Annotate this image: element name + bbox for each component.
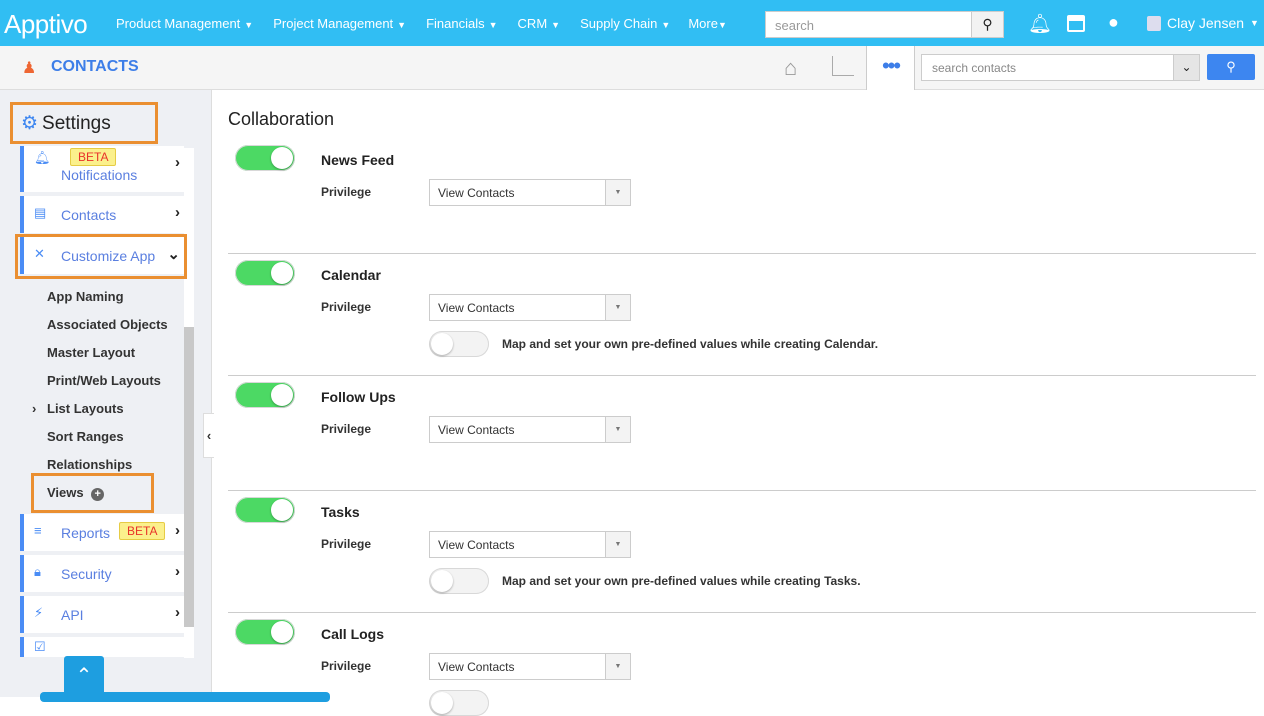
divider bbox=[228, 490, 1256, 491]
contacts-search-input[interactable]: search contacts bbox=[921, 54, 1174, 81]
call-logs-map-toggle[interactable] bbox=[429, 690, 489, 716]
plug-icon: ⚡︎ bbox=[34, 605, 44, 620]
caret-down-icon: ▼ bbox=[551, 20, 561, 30]
chevron-down-icon: ⌄ bbox=[1181, 60, 1192, 74]
chevron-up-icon: ⌃ bbox=[75, 665, 93, 687]
divider bbox=[228, 375, 1256, 376]
subitem-print-web-layouts[interactable]: Print/Web Layouts bbox=[47, 373, 161, 388]
beta-badge: BETA bbox=[70, 148, 117, 166]
calendar-toggle[interactable] bbox=[235, 260, 295, 286]
tasks-map-toggle[interactable] bbox=[429, 568, 489, 594]
global-search-input[interactable]: search bbox=[765, 11, 973, 38]
nav-more[interactable]: More▼ bbox=[688, 16, 727, 31]
bell-icon[interactable]: 🔔︎ bbox=[1028, 12, 1052, 36]
store-icon[interactable] bbox=[1067, 15, 1085, 32]
privilege-select[interactable]: View Contacts bbox=[429, 179, 631, 206]
privilege-select[interactable]: View Contacts bbox=[429, 294, 631, 321]
page-title: Collaboration bbox=[228, 109, 335, 129]
divider bbox=[228, 253, 1256, 254]
contacts-card-icon: ▤ bbox=[34, 205, 47, 220]
user-menu[interactable]: Clay Jensen ▼ bbox=[1147, 15, 1259, 31]
gear-icon: ⚙ bbox=[21, 113, 39, 134]
connections-icon[interactable]: ●︎ bbox=[1108, 12, 1119, 33]
top-bar: Apptivo Product Management ▼ Project Mana… bbox=[0, 0, 1264, 46]
search-icon: ⚲ bbox=[1226, 59, 1236, 74]
beta-badge: BETA bbox=[119, 522, 166, 540]
chart-icon[interactable] bbox=[832, 56, 854, 76]
caret-down-icon: ▼ bbox=[488, 20, 498, 30]
global-search-button[interactable]: ⚲ bbox=[971, 11, 1004, 38]
sidebar-item-contacts[interactable]: ▤ Contacts › bbox=[20, 196, 184, 233]
subitem-sort-ranges[interactable]: Sort Ranges bbox=[47, 429, 124, 444]
bottom-bar bbox=[40, 692, 330, 702]
divider bbox=[228, 612, 1256, 613]
nav-supply-chain[interactable]: Supply Chain ▼ bbox=[580, 16, 670, 31]
sidebar-item-notifications[interactable]: 🔔︎ BETA Notifications › bbox=[20, 146, 184, 192]
settings-heading: ⚙ Settings bbox=[10, 102, 158, 144]
follow-ups-toggle[interactable] bbox=[235, 382, 295, 408]
subitem-list-layouts[interactable]: List Layouts bbox=[47, 401, 124, 416]
chevron-right-icon: › bbox=[175, 563, 180, 580]
tasks-toggle[interactable] bbox=[235, 497, 295, 523]
contacts-icon: ♟︎ bbox=[22, 60, 37, 77]
main-nav: Product Management ▼ Project Management ▼ … bbox=[116, 16, 727, 31]
app-title[interactable]: CONTACTS bbox=[51, 58, 139, 76]
chevron-right-icon: › bbox=[175, 604, 180, 621]
collapse-sidebar-button[interactable]: ‹ bbox=[203, 413, 214, 458]
logo[interactable]: Apptivo bbox=[4, 9, 88, 40]
reports-icon: ≡ bbox=[34, 523, 42, 538]
subitem-app-naming[interactable]: App Naming bbox=[47, 289, 124, 304]
subitem-associated-objects[interactable]: Associated Objects bbox=[47, 317, 168, 332]
sidebar-item-partial[interactable]: ☑ bbox=[20, 637, 184, 657]
nav-product-management[interactable]: Product Management ▼ bbox=[116, 16, 253, 31]
sidebar-item-reports[interactable]: ≡ Reports BETA › bbox=[20, 514, 184, 551]
scrollbar-thumb[interactable] bbox=[184, 327, 194, 627]
privilege-select[interactable]: View Contacts bbox=[429, 653, 631, 680]
privilege-select[interactable]: View Contacts bbox=[429, 531, 631, 558]
caret-down-icon: ▼ bbox=[244, 20, 254, 30]
news-feed-toggle[interactable] bbox=[235, 145, 295, 171]
more-icon[interactable]: ••• bbox=[866, 46, 915, 90]
search-icon: ⚲ bbox=[982, 16, 993, 32]
lock-icon: 🔒︎ bbox=[34, 564, 41, 579]
nav-financials[interactable]: Financials ▼ bbox=[426, 16, 497, 31]
highlight-views bbox=[31, 473, 154, 513]
caret-down-icon: ▼ bbox=[717, 20, 727, 30]
chevron-right-icon: › bbox=[32, 401, 37, 416]
caret-down-icon: ▼ bbox=[1250, 18, 1259, 28]
scroll-top-button[interactable]: ⌃ bbox=[64, 656, 104, 697]
privilege-select[interactable]: View Contacts bbox=[429, 416, 631, 443]
app-header: ♟︎ CONTACTS ⌂ ••• search contacts ⌄ ⚲ bbox=[0, 46, 1264, 90]
search-dropdown-button[interactable]: ⌄ bbox=[1173, 54, 1200, 81]
subitem-relationships[interactable]: Relationships bbox=[47, 457, 132, 472]
subitem-master-layout[interactable]: Master Layout bbox=[47, 345, 135, 360]
chevron-right-icon: › bbox=[175, 154, 180, 171]
highlight-customize-app bbox=[15, 234, 187, 279]
nav-project-management[interactable]: Project Management ▼ bbox=[273, 16, 406, 31]
calendar-map-toggle[interactable] bbox=[429, 331, 489, 357]
avatar bbox=[1147, 15, 1161, 31]
sidebar-item-api[interactable]: ⚡︎ API › bbox=[20, 596, 184, 633]
home-icon[interactable]: ⌂ bbox=[784, 55, 797, 81]
chevron-right-icon: › bbox=[175, 204, 180, 221]
bell-icon: 🔔︎ bbox=[34, 150, 51, 165]
sidebar-item-security[interactable]: 🔒︎ Security › bbox=[20, 555, 184, 592]
contacts-search-button[interactable]: ⚲ bbox=[1207, 54, 1255, 80]
caret-down-icon: ▼ bbox=[397, 20, 407, 30]
nav-crm[interactable]: CRM ▼ bbox=[518, 16, 561, 31]
caret-down-icon: ▼ bbox=[661, 20, 671, 30]
chevron-right-icon: › bbox=[175, 522, 180, 539]
sidebar: ⚙ Settings 🔔︎ BETA Notifications › ▤ Cont… bbox=[0, 90, 212, 697]
call-logs-toggle[interactable] bbox=[235, 619, 295, 645]
checkbox-icon: ☑ bbox=[34, 639, 46, 654]
